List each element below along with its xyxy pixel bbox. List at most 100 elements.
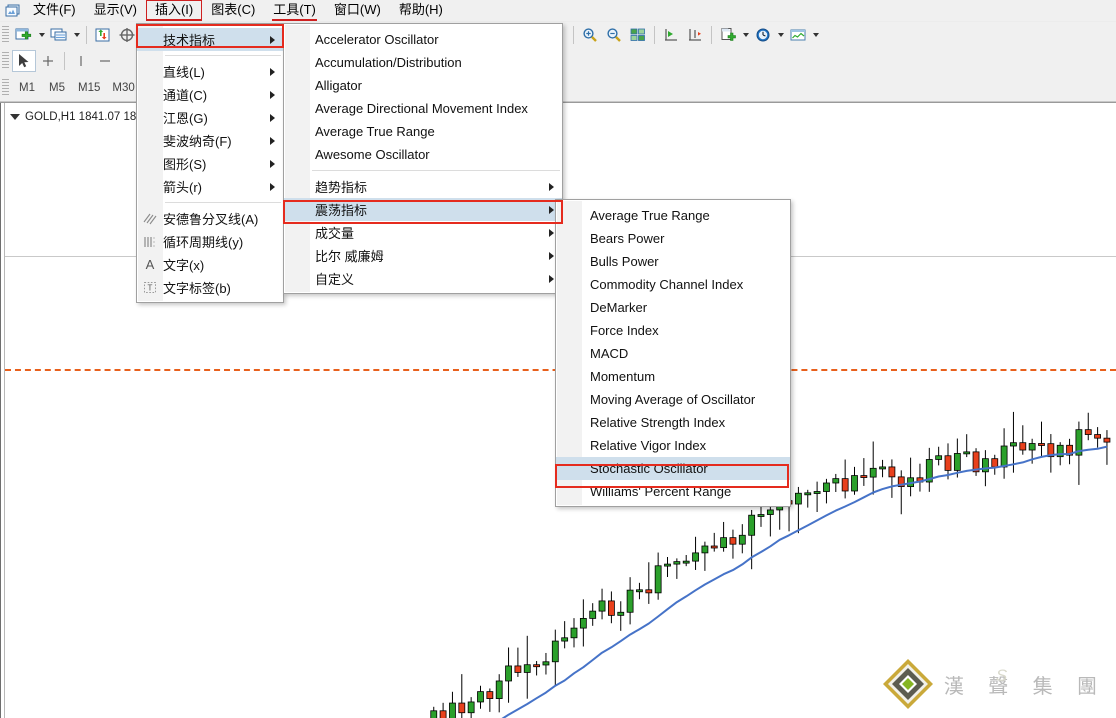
toolbar-separator-4 [711, 26, 712, 44]
terminal-window-icon [2, 1, 24, 21]
auto-scroll-button[interactable] [659, 24, 683, 46]
toolbar-grip[interactable] [2, 26, 9, 44]
technical-indicators-menu-popup[interactable]: Accelerator Oscillator Accumulation/Dist… [283, 23, 563, 294]
vertical-line-icon[interactable] [69, 50, 93, 72]
menu-gann[interactable]: 江恩(G) [137, 106, 283, 129]
timeframe-m1-label: M1 [19, 81, 35, 94]
candle [551, 640, 559, 663]
indicator-group-bill-williams[interactable]: 比尔 威廉姆 [284, 244, 562, 267]
zoom-in-button[interactable] [578, 24, 602, 46]
menu-charts[interactable]: 图表(C) [202, 0, 264, 21]
chevron-right-icon [270, 136, 275, 145]
chart-shift-button[interactable] [683, 24, 707, 46]
menu-insert[interactable]: 插入(I) [145, 0, 203, 21]
menu-fibonacci[interactable]: 斐波纳奇(F) [137, 129, 283, 152]
oscillator-relative-vigor-index[interactable]: Relative Vigor Index [556, 434, 790, 457]
menu-technical-indicators-label: 技术指标 [163, 33, 216, 48]
drawing-toolbar-grip[interactable] [2, 52, 9, 70]
candle [1103, 437, 1111, 443]
menu-tools[interactable]: 工具(T) [264, 0, 325, 21]
menu-lines[interactable]: 直线(L) [137, 60, 283, 83]
candle [523, 664, 531, 673]
oscillator-williams-percent-range[interactable]: Williams' Percent Range [556, 480, 790, 503]
indicator-awesome-oscillator[interactable]: Awesome Oscillator [284, 143, 562, 166]
timeframe-m15[interactable]: M15 [72, 77, 106, 99]
oscillator-demarker[interactable]: DeMarker [556, 296, 790, 319]
templates-button[interactable] [786, 24, 810, 46]
profiles-button[interactable] [47, 24, 71, 46]
timeframe-m5[interactable]: M5 [42, 77, 72, 99]
periods-button[interactable] [751, 24, 775, 46]
chevron-right-icon [270, 159, 275, 168]
menu-shapes[interactable]: 图形(S) [137, 152, 283, 175]
pitchfork-icon [137, 213, 163, 225]
indicator-group-trend[interactable]: 趋势指标 [284, 175, 562, 198]
oscillator-macd[interactable]: MACD [556, 342, 790, 365]
market-watch-button[interactable] [91, 24, 115, 46]
indicator-adx[interactable]: Average Directional Movement Index [284, 97, 562, 120]
candle [766, 509, 774, 515]
candle [664, 563, 671, 567]
indicator-group-oscillators[interactable]: 震荡指标 [284, 198, 562, 221]
menu-channels[interactable]: 通道(C) [137, 83, 283, 106]
menu-help[interactable]: 帮助(H) [390, 0, 452, 21]
timeframe-m1[interactable]: M1 [12, 77, 42, 99]
text-A-icon: A [145, 257, 155, 272]
menu-window-label: 窗口(W) [333, 2, 381, 17]
indicator-group-custom[interactable]: 自定义 [284, 267, 562, 290]
tile-windows-button[interactable] [626, 24, 650, 46]
indicator-group-volumes[interactable]: 成交量 [284, 221, 562, 244]
oscillator-bears-power[interactable]: Bears Power [556, 227, 790, 250]
menu-file-label: 文件(F) [33, 2, 76, 17]
oscillator-moving-average-of-oscillator[interactable]: Moving Average of Oscillator [556, 388, 790, 411]
hansheng-logo-icon [880, 656, 936, 712]
indicator-accumulation-distribution[interactable]: Accumulation/Distribution [284, 51, 562, 74]
indicators-button[interactable] [716, 24, 740, 46]
menu-text[interactable]: A 文字(x) [137, 253, 283, 276]
oscillator-stochastic[interactable]: Stochastic Oscillator [556, 457, 790, 480]
templates-dropdown-arrow[interactable] [810, 24, 821, 46]
candle [935, 455, 943, 460]
menu-technical-indicators[interactable]: 技术指标 [137, 28, 283, 51]
indicator-accelerator-oscillator[interactable]: Accelerator Oscillator [284, 28, 562, 51]
menu-andrews-pitchfork[interactable]: 安德鲁分叉线(A) [137, 207, 283, 230]
menu-window[interactable]: 窗口(W) [325, 0, 390, 21]
new-chart-button[interactable] [12, 24, 36, 46]
menu-gann-label: 江恩(G) [163, 111, 208, 126]
horizontal-line-icon[interactable] [93, 50, 117, 72]
candle [1094, 434, 1101, 439]
zoom-out-button[interactable] [602, 24, 626, 46]
oscillator-cci[interactable]: Commodity Channel Index [556, 273, 790, 296]
oscillators-menu-popup[interactable]: Average True Range Bears Power Bulls Pow… [555, 199, 791, 507]
oscillator-rsi[interactable]: Relative Strength Index [556, 411, 790, 434]
menu-arrows[interactable]: 箭头(r) [137, 175, 283, 198]
oscillator-bulls-power-label: Bulls Power [590, 254, 659, 269]
indicator-group-trend-label: 趋势指标 [315, 180, 368, 195]
oscillator-force-index[interactable]: Force Index [556, 319, 790, 342]
chevron-right-icon [549, 182, 554, 191]
indicators-dropdown-arrow[interactable] [740, 24, 751, 46]
candle [533, 664, 540, 668]
indicator-accumulation-distribution-label: Accumulation/Distribution [315, 55, 462, 70]
menu-file[interactable]: 文件(F) [24, 0, 85, 21]
oscillator-momentum[interactable]: Momentum [556, 365, 790, 388]
indicator-average-true-range-label: Average True Range [315, 124, 435, 139]
cursor-arrow-icon[interactable] [12, 50, 36, 72]
svg-text:T: T [148, 284, 153, 293]
menu-cycle-lines[interactable]: 循环周期线(y) [137, 230, 283, 253]
periods-dropdown-arrow[interactable] [775, 24, 786, 46]
timeframe-toolbar-grip[interactable] [2, 78, 9, 97]
candle [579, 618, 587, 629]
insert-menu-popup[interactable]: 技术指标 直线(L) 通道(C) 江恩(G) 斐波纳奇(F) 图形(S) 箭头(… [136, 23, 284, 303]
oscillator-bulls-power[interactable]: Bulls Power [556, 250, 790, 273]
candle [804, 492, 812, 496]
candle [495, 680, 503, 699]
new-chart-dropdown-arrow[interactable] [36, 24, 47, 46]
profiles-dropdown-arrow[interactable] [71, 24, 82, 46]
menu-text-label[interactable]: T 文字标签(b) [137, 276, 283, 299]
indicator-average-true-range[interactable]: Average True Range [284, 120, 562, 143]
crosshair-icon[interactable] [36, 50, 60, 72]
oscillator-average-true-range[interactable]: Average True Range [556, 204, 790, 227]
menu-view[interactable]: 显示(V) [85, 0, 146, 21]
indicator-alligator[interactable]: Alligator [284, 74, 562, 97]
